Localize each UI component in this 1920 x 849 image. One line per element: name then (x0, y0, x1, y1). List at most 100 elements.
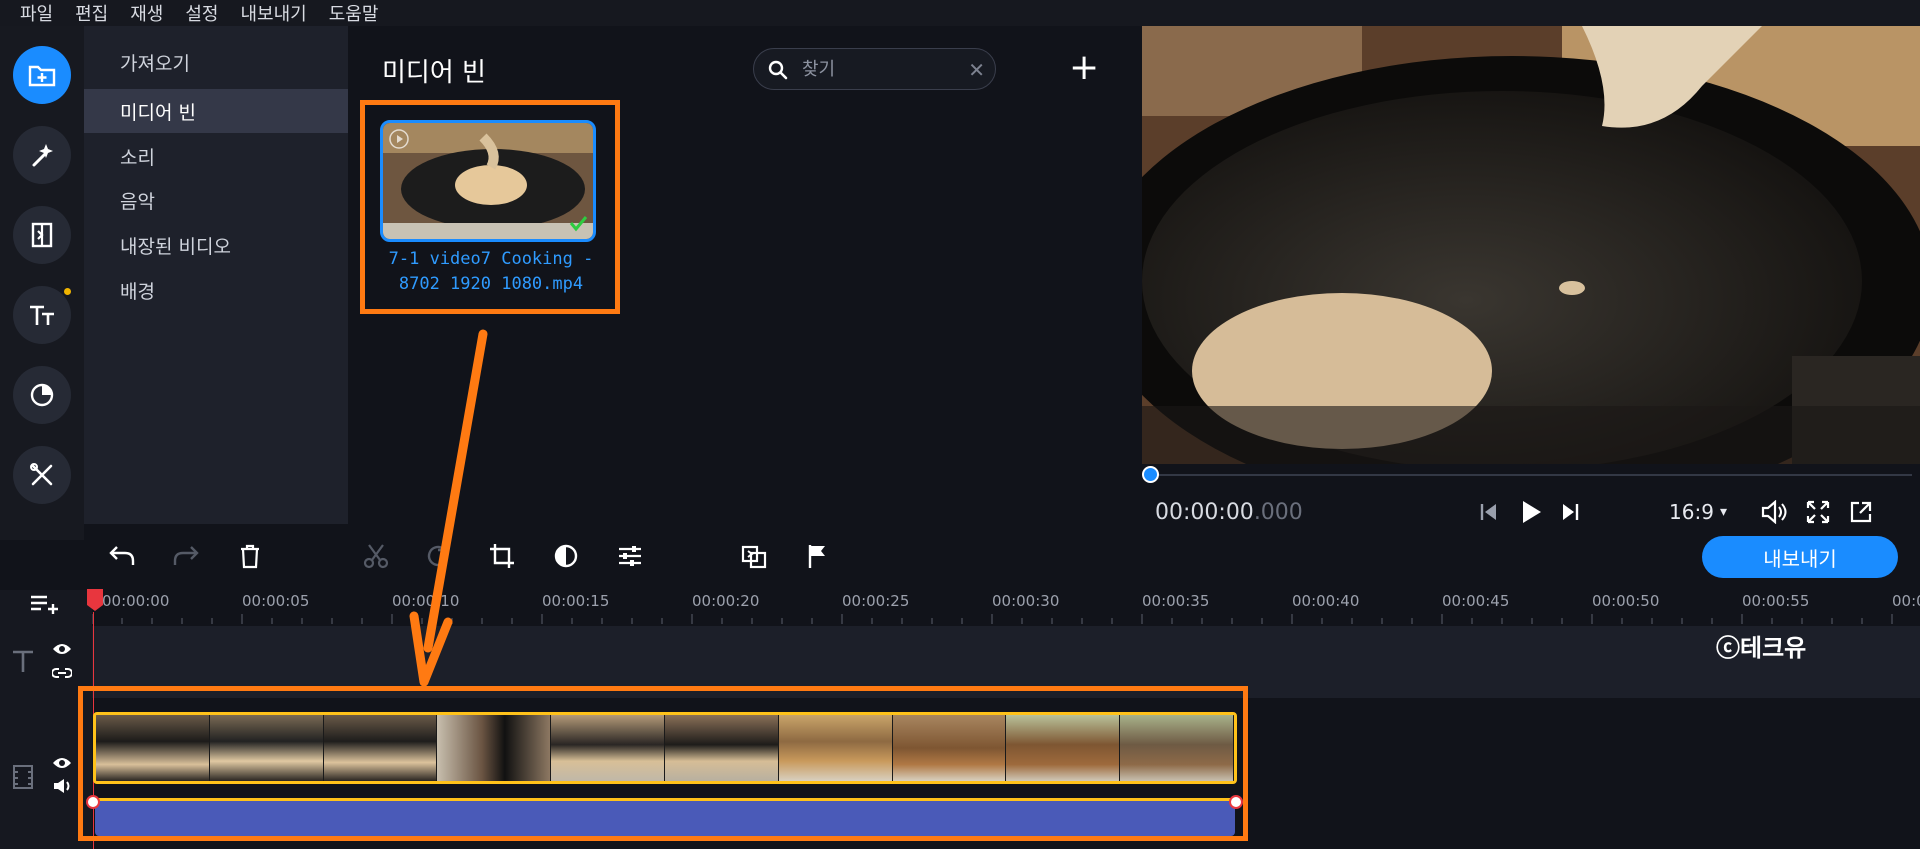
clip-frame (437, 715, 552, 781)
eye-icon[interactable] (52, 756, 72, 770)
playhead-marker (87, 589, 103, 611)
scissors-icon (363, 544, 389, 569)
clip-name-line-2: 8702 1920 1080.mp4 (398, 274, 584, 294)
clip-frame (96, 715, 210, 781)
aspect-ratio-select[interactable]: 16:9 ▾ (1658, 498, 1738, 526)
category-import[interactable]: 가져오기 (84, 40, 348, 84)
transition-icon (31, 222, 53, 248)
transition-wizard-button[interactable] (736, 538, 772, 574)
media-bin-title: 미디어 빈 (382, 58, 486, 88)
tick-label: 00:00:20 (692, 592, 760, 610)
category-builtin-video[interactable]: 내장된 비디오 (84, 223, 348, 267)
undo-icon (109, 546, 135, 565)
text-icon (30, 305, 54, 325)
timeline-ruler[interactable]: 00:00:00 00:00:05 00:00:10 00:00:15 00:0… (92, 590, 1920, 626)
sticker-icon (30, 383, 54, 407)
clip-frame (778, 715, 893, 781)
redo-button[interactable] (168, 538, 204, 574)
timeline-audio-clip[interactable] (95, 798, 1235, 836)
tick-label: 00:00:35 (1142, 592, 1210, 610)
trash-icon (241, 544, 259, 569)
delete-button[interactable] (232, 538, 268, 574)
titles-tab-button[interactable] (13, 286, 71, 344)
pancake-thumbnail-image (383, 123, 593, 239)
clip-file-name[interactable]: 7-1 video7 Cooking - 8702 1920 1080.mp4 (371, 247, 611, 297)
play-button[interactable] (1515, 498, 1547, 526)
volume-button[interactable] (1758, 498, 1790, 526)
tick-label: 00:00:40 (1292, 592, 1360, 610)
tick-label: 00:00:05 (242, 592, 310, 610)
clear-search-icon[interactable]: ✕ (968, 58, 985, 82)
menu-bar: 파일 편집 재생 설정 내보내기 도움말 (0, 0, 1920, 26)
clip-thumbnail[interactable] (380, 120, 596, 242)
rotate-button[interactable] (420, 538, 456, 574)
crop-button[interactable] (484, 538, 520, 574)
progress-track[interactable] (1152, 474, 1912, 476)
menu-file[interactable]: 파일 (20, 0, 53, 26)
watermark: ⓒ테크유 (1716, 634, 1807, 662)
play-icon (1523, 501, 1541, 523)
category-panel: 가져오기 미디어 빈 소리 음악 내장된 비디오 배경 (84, 26, 348, 540)
preview-frame-image (1142, 26, 1920, 464)
timecode-main: 00:00:00 (1155, 500, 1254, 525)
speaker-icon[interactable] (52, 778, 72, 794)
tick-label: 00:00:25 (842, 592, 910, 610)
cut-button[interactable] (358, 538, 394, 574)
transitions-tab-button[interactable] (13, 206, 71, 264)
timecode-display: 00:00:00.000 (1155, 500, 1303, 525)
clip-frame (323, 715, 438, 781)
eye-icon[interactable] (52, 642, 72, 656)
tick-label: 00:01:00 (1892, 592, 1920, 610)
notification-dot (64, 288, 71, 295)
search-icon (768, 60, 788, 80)
tick-label: 00:00:10 (392, 592, 460, 610)
search-input[interactable] (802, 56, 952, 82)
clip-properties-button[interactable] (612, 538, 648, 574)
category-sound[interactable]: 소리 (84, 134, 348, 178)
sliders-icon (619, 546, 641, 566)
export-button[interactable]: 내보내기 (1702, 536, 1898, 578)
clip-frame (664, 715, 779, 781)
undo-button[interactable] (104, 538, 140, 574)
menu-help[interactable]: 도움말 (329, 0, 379, 26)
menu-export[interactable]: 내보내기 (241, 0, 307, 26)
category-background[interactable]: 배경 (84, 268, 348, 312)
effects-tab-button[interactable] (13, 126, 71, 184)
skip-forward-button[interactable] (1556, 498, 1584, 526)
progress-knob[interactable] (1142, 466, 1159, 483)
add-media-button[interactable]: + (1069, 50, 1099, 86)
tools-tab-button[interactable] (13, 446, 71, 504)
category-music[interactable]: 음악 (84, 178, 348, 222)
tick-label: 00:00:15 (542, 592, 610, 610)
fit-screen-icon (1806, 500, 1830, 524)
ruler-ticks (92, 614, 1893, 624)
color-adjust-button[interactable] (548, 538, 584, 574)
skip-back-button[interactable] (1475, 498, 1503, 526)
audio-fade-in-handle[interactable] (86, 795, 100, 809)
chevron-down-icon: ▾ (1719, 504, 1727, 520)
menu-settings[interactable]: 설정 (185, 0, 218, 26)
timeline-video-clip[interactable] (93, 712, 1237, 784)
external-window-icon (1850, 501, 1872, 523)
add-track-button[interactable] (28, 588, 60, 618)
redo-icon (173, 546, 199, 565)
menu-playback[interactable]: 재생 (130, 0, 163, 26)
skip-forward-icon (1563, 504, 1579, 520)
category-media-bin[interactable]: 미디어 빈 (84, 89, 348, 133)
stickers-tab-button[interactable] (13, 366, 71, 424)
tools-icon (30, 463, 53, 486)
video-preview[interactable] (1142, 26, 1920, 464)
link-icon[interactable] (52, 666, 72, 680)
playhead-handle[interactable] (86, 588, 104, 612)
add-marker-button[interactable] (800, 538, 836, 574)
import-icon (28, 65, 56, 87)
tick-label: 00:00:55 (1742, 592, 1810, 610)
menu-edit[interactable]: 편집 (75, 0, 108, 26)
fit-screen-button[interactable] (1802, 498, 1834, 526)
detach-preview-button[interactable] (1845, 498, 1877, 526)
crop-icon (490, 544, 514, 568)
contrast-icon (554, 544, 578, 568)
audio-fade-out-handle[interactable] (1229, 795, 1243, 809)
clip-frame (1120, 715, 1234, 781)
import-tab-button[interactable] (13, 46, 71, 104)
